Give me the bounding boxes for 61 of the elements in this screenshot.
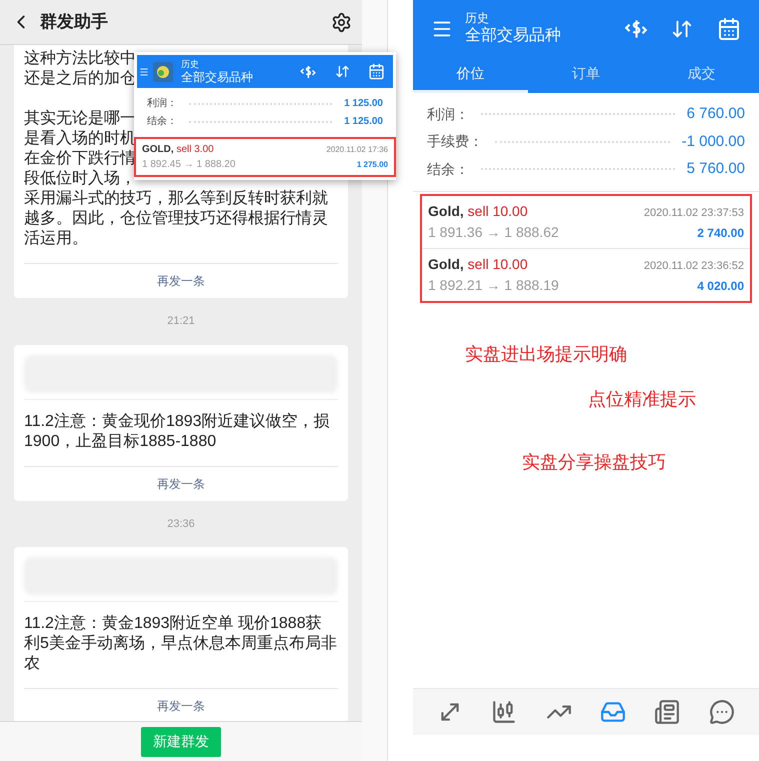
calendar-icon[interactable] <box>368 63 385 80</box>
annotation-text: 实盘进出场提示明确 <box>465 342 628 366</box>
header-title: 全部交易品种 <box>465 26 561 46</box>
summary-value: 6 760.00 <box>686 104 745 124</box>
trade-prices: 1 892.45 → 1 888.20 <box>142 158 236 172</box>
summary-value: 5 760.00 <box>686 159 745 179</box>
message-text: 越多。因此，仓位管理技巧还得根据行情灵 <box>24 209 328 229</box>
message-text: 活运用。 <box>24 229 88 249</box>
trade-profit: 2 740.00 <box>697 224 744 242</box>
summary-label: 利润： <box>147 96 177 111</box>
summary-label: 结余： <box>147 114 177 129</box>
trade-time: 2020.11.02 23:37:53 <box>644 206 744 220</box>
trade-title: GOLD, sell 3.00 <box>142 143 214 157</box>
summary-label: 手续费： <box>427 132 483 152</box>
header-subtitle: 历史 <box>465 11 490 26</box>
message-time: 21:21 <box>167 314 195 329</box>
trade-title: Gold, sell 10.00 <box>428 202 528 220</box>
message-text: 农 <box>24 654 40 674</box>
summary-label: 结余： <box>427 160 469 179</box>
message-text: 利5美金手动离场，早点休息本周重点布局非 <box>24 634 337 654</box>
sort-icon[interactable] <box>671 18 693 40</box>
tab[interactable]: 成交 <box>644 57 759 93</box>
summary-value: 1 125.00 <box>344 97 383 111</box>
trade-title: Gold, sell 10.00 <box>428 254 528 274</box>
summary-value: -1 000.00 <box>682 132 745 152</box>
annotation-text: 点位精准提示 <box>588 388 697 410</box>
candlestick-icon[interactable] <box>491 699 518 725</box>
message-time: 23:36 <box>167 516 195 532</box>
message-text: 这种方法比较中 <box>24 49 136 69</box>
overlay-title: 全部交易品种 <box>181 71 253 83</box>
menu-icon[interactable] <box>139 66 149 78</box>
message-text: 段低位时入场， <box>24 169 136 189</box>
settings-icon[interactable] <box>331 12 352 32</box>
tab[interactable]: 订单 <box>528 57 644 93</box>
calendar-icon[interactable] <box>717 16 741 40</box>
summary-label: 利润： <box>427 104 469 124</box>
annotation-text: 实盘分享操盘技巧 <box>522 450 667 474</box>
chat-title: 群发助手 <box>40 11 108 34</box>
trade-profit: 1 275.00 <box>356 159 388 171</box>
app-logo-icon <box>153 62 173 82</box>
tab[interactable]: 价位 <box>413 57 528 93</box>
trade-profit: 4 020.00 <box>697 278 744 294</box>
message-text: 采用漏斗式的技巧，那么等到反转时获利就 <box>24 189 328 209</box>
new-broadcast-button[interactable]: 新建群发 <box>141 726 221 756</box>
resend-link[interactable]: 再发一条 <box>157 272 205 290</box>
resend-link[interactable]: 再发一条 <box>157 697 205 715</box>
trade-prices: 1 892.21 → 1 888.19 <box>428 276 559 294</box>
message-text: 还是之后的加仓 <box>24 69 136 89</box>
message-text: 在金价下跌行情 <box>24 149 136 169</box>
trade-time: 2020.11.02 17:36 <box>326 144 388 156</box>
trade-prices: 1 891.36 → 1 888.62 <box>428 222 559 242</box>
overlay-subtitle: 历史 <box>181 60 200 69</box>
newspaper-icon[interactable] <box>654 699 680 725</box>
chat-bubble-icon[interactable] <box>708 699 735 725</box>
summary-value: 1 125.00 <box>344 115 383 129</box>
trade-time: 2020.11.02 23:36:52 <box>644 258 744 274</box>
message-text: 1900，止盈目标1885-1880 <box>24 432 216 452</box>
sort-icon[interactable] <box>335 64 350 79</box>
message-text: 11.2注意：黄金现价1893附近建议做空，损 <box>24 412 330 432</box>
resend-link[interactable]: 再发一条 <box>157 474 205 492</box>
message-text: 11.2注意：黄金1893附近空单 现价1888获 <box>24 614 322 634</box>
